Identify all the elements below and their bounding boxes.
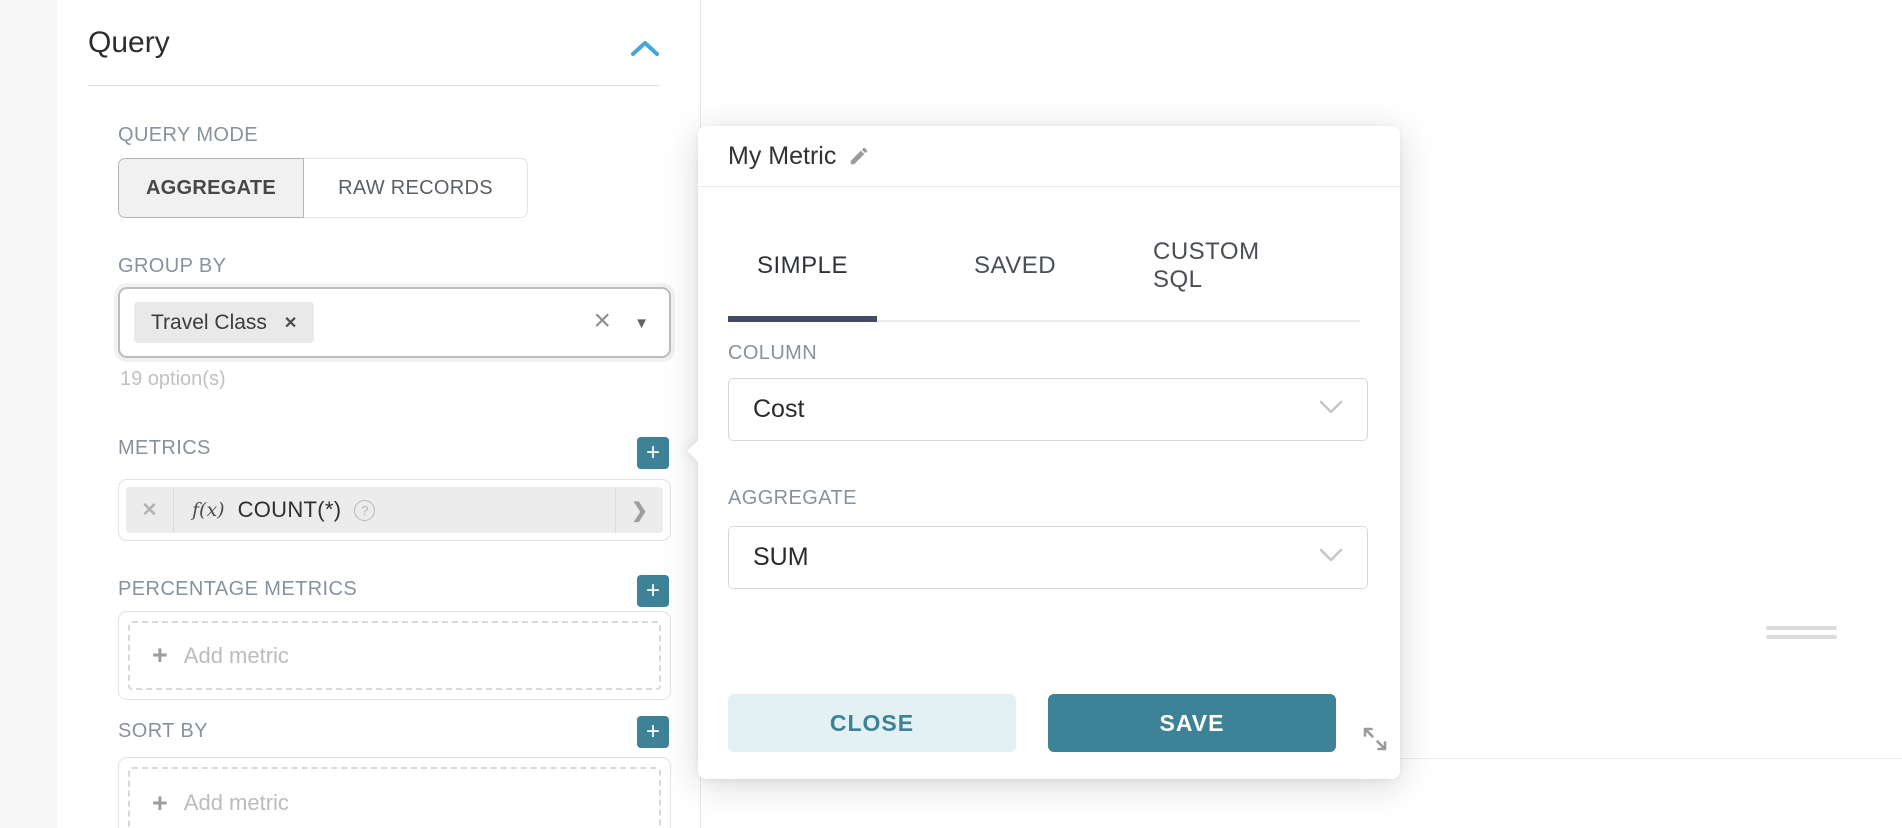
popover-header: My Metric	[698, 126, 1400, 187]
tab-saved[interactable]: SAVED	[945, 226, 1085, 320]
add-sort-metric-dropzone[interactable]: + Add metric	[128, 767, 661, 828]
left-rail	[0, 0, 57, 828]
metric-tabs: SIMPLE SAVED CUSTOM SQL	[728, 226, 1360, 322]
options-count-helper: 19 option(s)	[120, 368, 226, 391]
metrics-label: METRICS	[118, 437, 211, 460]
panel-title: Query	[88, 26, 170, 60]
group-by-select[interactable]: Travel Class ✕ × ▼	[118, 287, 671, 358]
chevron-down-icon	[1319, 548, 1343, 568]
plus-icon: +	[152, 642, 168, 669]
percentage-metrics-label: PERCENTAGE METRICS	[118, 578, 357, 601]
aggregate-value: SUM	[753, 543, 809, 572]
column-label: COLUMN	[728, 342, 817, 365]
remove-metric-icon[interactable]: ✕	[126, 487, 174, 533]
metric-name: COUNT(*)	[238, 497, 342, 523]
popover-resize-icon[interactable]	[1360, 724, 1392, 756]
chevron-up-icon	[630, 47, 660, 64]
aggregate-select[interactable]: SUM	[728, 526, 1368, 589]
edit-title-pencil-icon[interactable]	[848, 145, 870, 167]
query-mode-label: QUERY MODE	[118, 124, 258, 147]
expand-metric-icon[interactable]: ❯	[615, 487, 663, 533]
percentage-metrics-container: + Add metric	[118, 611, 671, 700]
explore-screen: Query QUERY MODE AGGREGATE RAW RECORDS G…	[0, 0, 1902, 828]
tab-custom-sql[interactable]: CUSTOM SQL	[1153, 226, 1311, 320]
metric-edit-popover: My Metric SIMPLE SAVED CUSTOM SQL COLUMN…	[698, 126, 1400, 779]
raw-records-mode-button[interactable]: RAW RECORDS	[304, 158, 528, 218]
metric-pill[interactable]: ✕ f(x) COUNT(*) ? ❯	[126, 487, 663, 533]
metrics-container: ✕ f(x) COUNT(*) ? ❯	[118, 479, 671, 541]
help-icon: ?	[354, 500, 375, 521]
sort-by-label: SORT BY	[118, 720, 208, 743]
close-button[interactable]: CLOSE	[728, 694, 1016, 752]
metric-title: My Metric	[728, 142, 836, 171]
caret-down-icon[interactable]: ▼	[634, 315, 649, 332]
clear-select-icon[interactable]: ×	[593, 306, 611, 336]
add-metric-placeholder: Add metric	[184, 643, 289, 669]
function-icon: f(x)	[192, 499, 225, 521]
add-percentage-metric-dropzone[interactable]: + Add metric	[128, 621, 661, 690]
add-metric-placeholder: Add metric	[184, 790, 289, 816]
aggregate-mode-button[interactable]: AGGREGATE	[118, 158, 304, 218]
collapse-section-button[interactable]	[630, 38, 660, 60]
column-value: Cost	[753, 395, 804, 424]
add-metric-button[interactable]: +	[637, 437, 669, 469]
group-by-label: GROUP BY	[118, 255, 226, 278]
section-divider	[88, 85, 660, 86]
query-mode-toggle: AGGREGATE RAW RECORDS	[118, 158, 528, 218]
metric-pill-body: f(x) COUNT(*) ?	[174, 487, 615, 533]
tab-simple[interactable]: SIMPLE	[728, 226, 877, 320]
sort-by-container: + Add metric	[118, 757, 671, 828]
save-button[interactable]: SAVE	[1048, 694, 1336, 752]
add-percentage-metric-button[interactable]: +	[637, 575, 669, 607]
plus-icon: +	[152, 790, 168, 817]
remove-tag-icon[interactable]: ✕	[284, 313, 297, 333]
add-sort-metric-button[interactable]: +	[637, 716, 669, 748]
aggregate-label: AGGREGATE	[728, 487, 857, 510]
resize-grip[interactable]	[1766, 626, 1837, 644]
column-select[interactable]: Cost	[728, 378, 1368, 441]
tag-label: Travel Class	[151, 311, 267, 335]
chevron-down-icon	[1319, 400, 1343, 420]
selected-value-tag: Travel Class ✕	[134, 302, 314, 343]
active-tab-underline	[728, 316, 877, 322]
